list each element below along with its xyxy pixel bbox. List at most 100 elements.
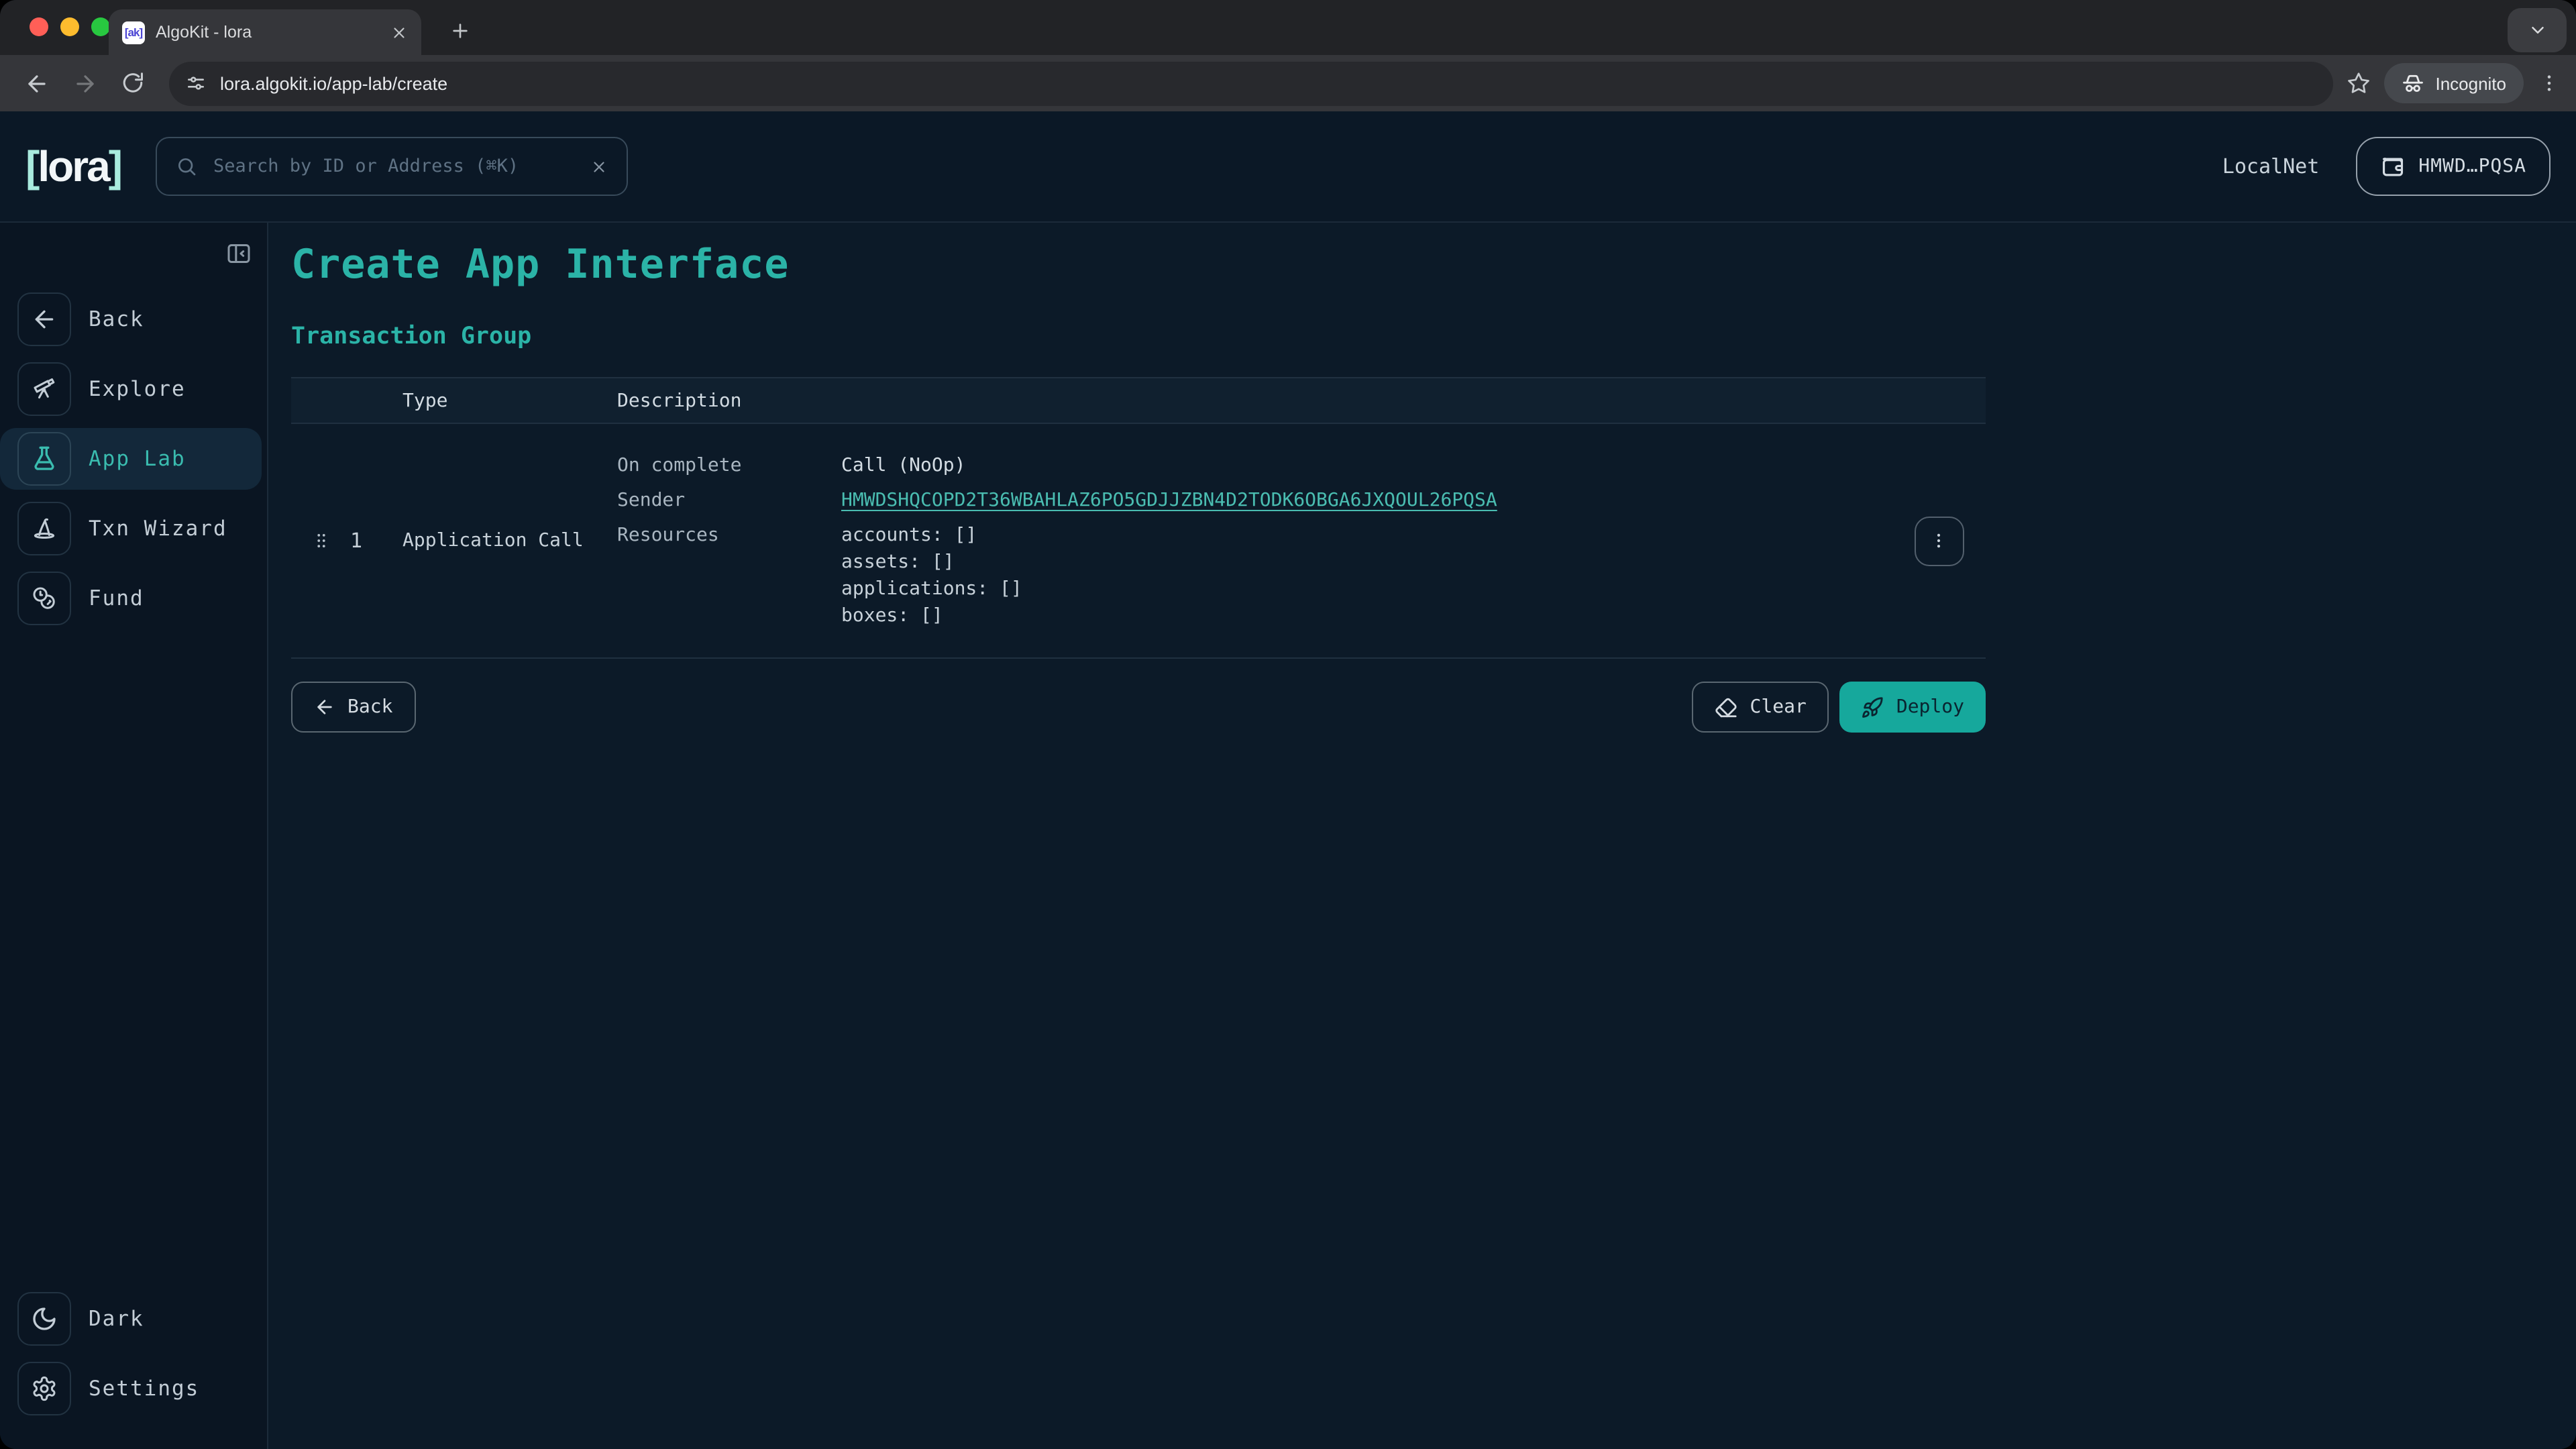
rocket-icon	[1862, 696, 1884, 718]
sidebar-item-label: Back	[89, 307, 144, 331]
zoom-window-button[interactable]	[91, 17, 110, 36]
search-icon	[176, 156, 197, 177]
sidebar-item-back[interactable]: Back	[0, 288, 262, 350]
minimize-window-button[interactable]	[60, 17, 79, 36]
row-index: 1	[350, 529, 396, 553]
sender-address-link[interactable]: HMWDSHQCOPD2T36WBAHLAZ6PO5GDJJZBN4D2TODK…	[841, 487, 1497, 514]
arrow-left-icon	[314, 696, 335, 718]
panel-collapse-icon	[225, 240, 252, 267]
resources-list: accounts: [] assets: [] applications: []…	[841, 522, 1022, 629]
column-header-description: Description	[617, 390, 741, 411]
gear-icon	[17, 1362, 71, 1415]
sidebar: Back Explore App Lab	[0, 223, 268, 1449]
transaction-group-table: Type Description 1 Application Call On c…	[291, 377, 1986, 659]
sidebar-footer: Dark Settings	[0, 1288, 267, 1449]
column-header-type: Type	[396, 390, 617, 411]
sidebar-item-txn-wizard[interactable]: Txn Wizard	[0, 498, 262, 559]
kebab-menu-icon	[1929, 531, 1948, 550]
sidebar-item-label: Settings	[89, 1377, 199, 1401]
sidebar-item-explore[interactable]: Explore	[0, 358, 262, 420]
page-title: Create App Interface	[291, 241, 2576, 288]
bookmark-star-icon[interactable]	[2347, 71, 2371, 95]
table-row: 1 Application Call On complete Call (NoO…	[291, 424, 1986, 659]
resource-item: accounts: []	[841, 522, 1022, 549]
wallet-button[interactable]: HMWD…PQSA	[2355, 137, 2551, 196]
table-header-row: Type Description	[291, 377, 1986, 424]
sidebar-item-settings[interactable]: Settings	[0, 1358, 262, 1419]
network-label[interactable]: LocalNet	[2222, 154, 2320, 178]
on-complete-label: On complete	[617, 452, 841, 479]
browser-toolbar: lora.algokit.io/app-lab/create Incognito	[0, 55, 2576, 111]
arrow-left-icon	[23, 70, 49, 96]
incognito-label: Incognito	[2435, 73, 2506, 93]
back-nav-button[interactable]	[16, 63, 56, 103]
tab-title: AlgoKit - lora	[156, 23, 380, 42]
clear-button[interactable]: Clear	[1693, 682, 1829, 733]
browser-tab[interactable]: [ak] AlgoKit - lora	[109, 9, 421, 55]
eraser-icon	[1715, 696, 1738, 718]
reload-icon	[121, 71, 145, 95]
telescope-icon	[17, 362, 71, 416]
new-tab-button[interactable]	[443, 13, 478, 48]
browser-menu-button[interactable]	[2538, 72, 2560, 94]
search-box[interactable]	[156, 137, 628, 196]
kebab-menu-icon	[2538, 72, 2560, 94]
chevron-down-icon	[2527, 20, 2547, 40]
logo-text: lora	[38, 142, 108, 190]
main-content: Create App Interface Transaction Group T…	[268, 223, 2576, 1449]
sidebar-item-label: Explore	[89, 377, 186, 401]
url-text[interactable]: lora.algokit.io/app-lab/create	[220, 73, 447, 93]
resource-item: boxes: []	[841, 602, 1022, 629]
app-header: [lora] LocalNet HMWD…PQSA	[0, 111, 2576, 223]
lora-logo[interactable]: [lora]	[25, 142, 121, 191]
search-input[interactable]	[211, 154, 577, 178]
sidebar-item-fund[interactable]: Fund	[0, 568, 262, 629]
logo-bracket-left: [	[25, 142, 38, 190]
wallet-icon	[2379, 154, 2405, 179]
tab-favicon: [ak]	[122, 21, 145, 44]
action-bar: Back Clear Deploy	[291, 682, 1986, 733]
clear-search-icon[interactable]	[590, 158, 608, 175]
screen: [ak] AlgoKit - lora lora.algokit.io/a	[0, 0, 2576, 1449]
tab-strip: [ak] AlgoKit - lora	[0, 0, 2576, 55]
sidebar-item-label: Txn Wizard	[89, 517, 227, 541]
arrow-right-icon	[72, 70, 97, 96]
flask-icon	[17, 432, 71, 486]
sender-label: Sender	[617, 487, 841, 514]
drag-handle[interactable]	[291, 529, 350, 553]
browser-window: [ak] AlgoKit - lora lora.algokit.io/a	[0, 0, 2576, 1449]
sidebar-item-label: Fund	[89, 586, 144, 610]
app-body: Back Explore App Lab	[0, 223, 2576, 1449]
incognito-badge: Incognito	[2384, 63, 2524, 103]
row-menu-button[interactable]	[1914, 516, 1964, 566]
sidebar-collapse-button[interactable]	[221, 236, 256, 271]
url-bar[interactable]: lora.algokit.io/app-lab/create	[169, 61, 2333, 105]
back-button[interactable]: Back	[291, 682, 415, 733]
clear-button-label: Clear	[1750, 696, 1807, 718]
deploy-button-label: Deploy	[1896, 696, 1964, 718]
coins-icon	[17, 572, 71, 625]
reload-button[interactable]	[113, 63, 153, 103]
back-button-label: Back	[347, 696, 392, 718]
traffic-lights[interactable]	[30, 17, 110, 36]
section-title: Transaction Group	[291, 323, 2576, 350]
logo-bracket-right: ]	[109, 142, 121, 190]
site-settings-icon[interactable]	[185, 72, 207, 94]
row-description: On complete Call (NoOp) Sender HMWDSHQCO…	[617, 452, 1892, 629]
deploy-button[interactable]: Deploy	[1840, 682, 1986, 733]
wizard-hat-icon	[17, 502, 71, 555]
forward-nav-button[interactable]	[64, 63, 105, 103]
grip-dots-icon	[311, 529, 331, 553]
sidebar-item-theme-dark[interactable]: Dark	[0, 1288, 262, 1350]
on-complete-value: Call (NoOp)	[841, 452, 965, 479]
close-window-button[interactable]	[30, 17, 48, 36]
lora-app: [lora] LocalNet HMWD…PQSA	[0, 111, 2576, 1449]
resources-label: Resources	[617, 522, 841, 629]
tab-close-icon[interactable]	[390, 23, 408, 41]
sidebar-item-app-lab[interactable]: App Lab	[0, 428, 262, 490]
sidebar-item-label: App Lab	[89, 447, 186, 471]
tab-search-chevron-button[interactable]	[2508, 8, 2567, 52]
wallet-address-label: HMWD…PQSA	[2418, 156, 2526, 177]
sidebar-nav: Back Explore App Lab	[0, 288, 267, 629]
arrow-left-icon	[17, 292, 71, 346]
